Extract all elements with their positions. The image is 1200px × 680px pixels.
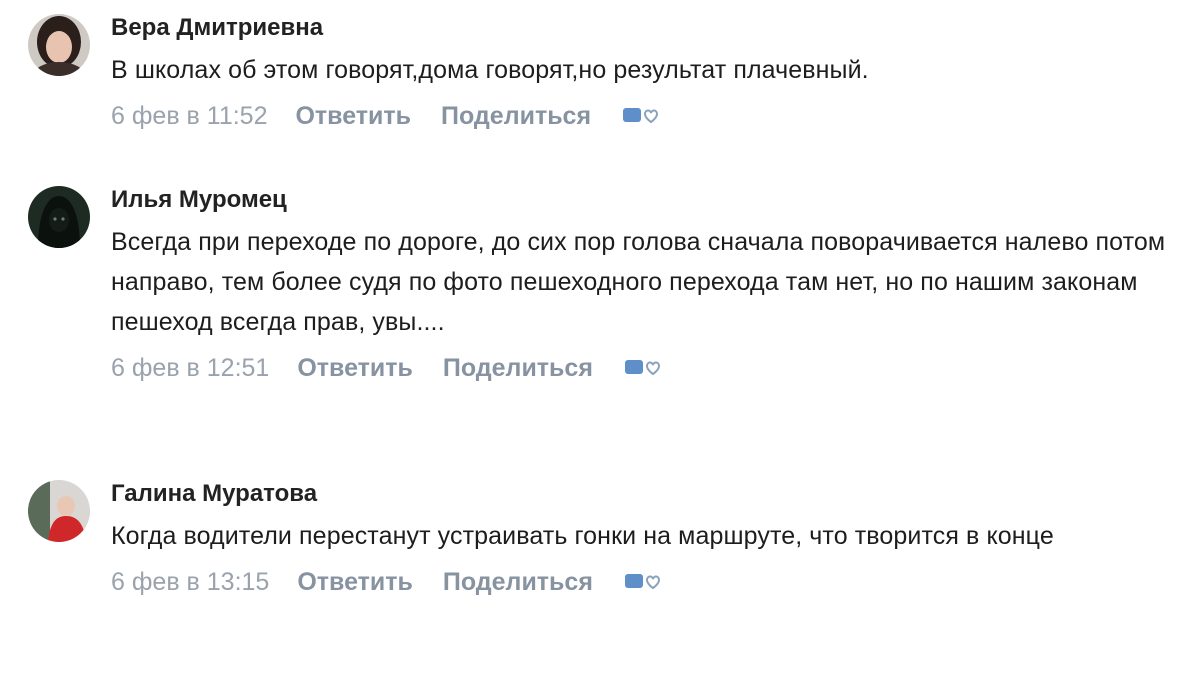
comment-text: В школах об этом говорят,дома говорят,но… [111, 56, 869, 84]
comment-text: Всегда при переходе по дороге, до сих по… [111, 228, 1166, 336]
comment-date[interactable]: 6 фев в 12:51 [111, 348, 269, 388]
comment-author[interactable]: Галина Муратова [111, 480, 1171, 508]
share-button[interactable]: Поделиться [443, 562, 593, 602]
avatar[interactable] [28, 186, 90, 248]
like-heart-icon[interactable] [623, 568, 661, 596]
avatar[interactable] [28, 14, 90, 76]
like-heart-icon[interactable] [623, 354, 661, 382]
reply-button[interactable]: Ответить [295, 96, 411, 136]
avatar-photo-icon [28, 14, 90, 76]
comment-date[interactable]: 6 фев в 13:15 [111, 562, 269, 602]
comment-meta: 6 фев в 13:15 Ответить Поделиться [111, 562, 1171, 602]
avatar-photo-icon [28, 480, 90, 542]
avatar-photo-icon [28, 186, 90, 248]
share-button[interactable]: Поделиться [443, 348, 593, 388]
comment-date[interactable]: 6 фев в 11:52 [111, 96, 267, 136]
comment-meta: 6 фев в 11:52 Ответить Поделиться [111, 96, 1171, 136]
comment-author[interactable]: Илья Муромец [111, 186, 1171, 214]
reply-button[interactable]: Ответить [297, 562, 413, 602]
comment-meta: 6 фев в 12:51 Ответить Поделиться [111, 348, 1171, 388]
comment-text: Когда водители перестанут устраивать гон… [111, 522, 1054, 550]
share-button[interactable]: Поделиться [441, 96, 591, 136]
like-heart-icon[interactable] [621, 102, 659, 130]
reply-button[interactable]: Ответить [297, 348, 413, 388]
avatar[interactable] [28, 480, 90, 542]
comment-author[interactable]: Вера Дмитриевна [111, 14, 1171, 42]
